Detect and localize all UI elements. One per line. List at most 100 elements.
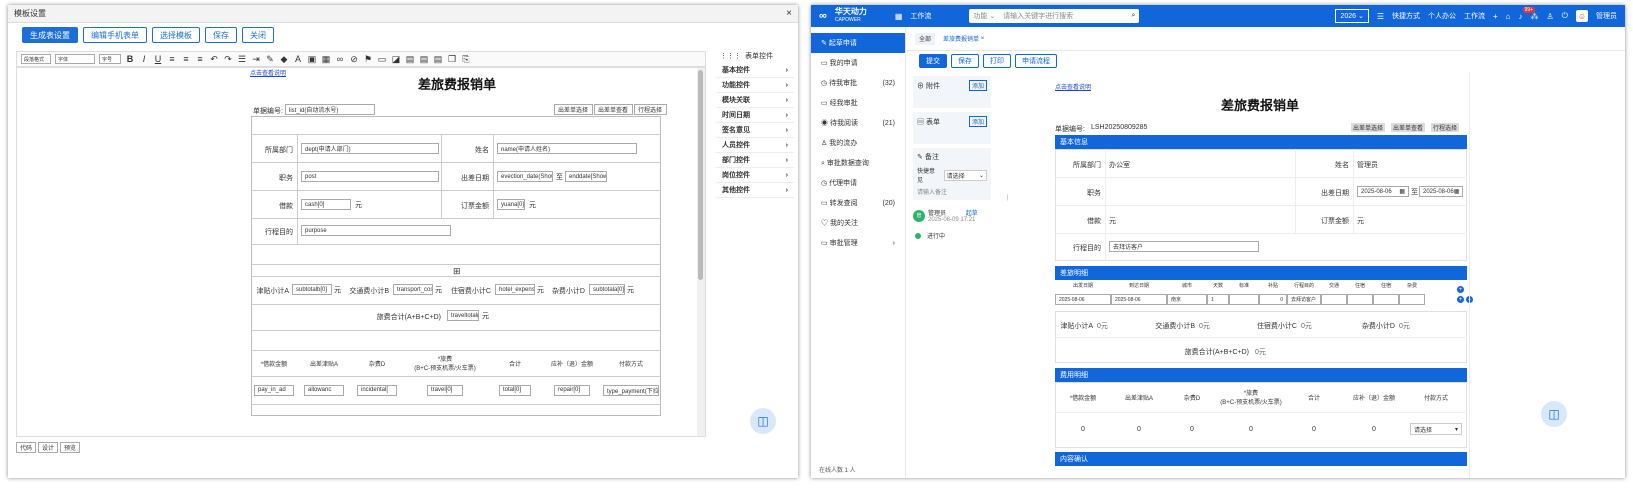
detail-cell[interactable] — [1373, 294, 1399, 305]
sidebar-item-pending-approval[interactable]: ◷ 待我审批 (32) — [811, 73, 905, 93]
submit-button[interactable]: 提交 — [919, 54, 947, 68]
detail-cell[interactable]: 1 — [1207, 294, 1229, 305]
form-editor-canvas[interactable]: 点击查看说明 差旅费报销单 单据编号: list_id(自动流水号) 出差单选择… — [16, 67, 706, 437]
sidebar-item-my-requests[interactable]: ▭ 我的申请 — [811, 53, 905, 73]
panel-item[interactable]: 岗位控件 › — [716, 168, 794, 183]
subtotal-b-field[interactable]: transport_cost — [393, 284, 433, 295]
panel-item[interactable]: 签名意见 › — [716, 123, 794, 138]
sidebar-item-proxy[interactable]: ◷ 代理申请 — [811, 173, 905, 193]
trip-start-input[interactable]: 2025-08-06 ▦ — [1357, 186, 1409, 197]
subtotal-c-field[interactable]: hotel_expense — [495, 284, 535, 295]
table-add-button[interactable]: 添加 — [968, 116, 987, 127]
close-button[interactable]: 关闭 — [242, 27, 274, 43]
search-icon[interactable]: ⌕ — [1131, 12, 1135, 20]
grid-cell[interactable]: total[0] — [499, 384, 531, 396]
unlink-icon[interactable]: ⊘ — [349, 54, 359, 65]
grid-cell[interactable]: allowanc — [304, 384, 344, 396]
trip-view-button[interactable]: 出差单查看 — [594, 104, 633, 115]
trip-start-field[interactable]: evection_date(Show[ — [497, 171, 553, 182]
trip-end-field[interactable]: enddate[Show — [565, 171, 607, 182]
power-icon[interactable]: ⏻ — [1562, 11, 1568, 21]
attach-add-button[interactable]: 添加 — [968, 80, 987, 91]
table-insert-icon[interactable]: ⊞ — [453, 266, 461, 277]
subtotal-a-field[interactable]: subtotalb[0] — [292, 284, 332, 295]
grid-cell[interactable]: incidental[ — [357, 384, 397, 396]
dept-field[interactable]: dept(申请人部门) — [301, 143, 439, 154]
add-row-icon[interactable]: + — [1457, 296, 1464, 303]
cash-field[interactable]: cash[0] — [301, 199, 351, 210]
sidebar-item-query[interactable]: ⌕ 审批数据查询 — [811, 153, 905, 173]
detail-cell[interactable]: 2025-08-06 — [1111, 294, 1167, 305]
detail-cell[interactable]: 2025-08-06 — [1055, 294, 1111, 305]
redo-icon[interactable]: ↷ — [223, 54, 233, 65]
flow-button[interactable]: 申请流程 — [1015, 54, 1057, 68]
itinerary-button[interactable]: 行程选择 — [1431, 123, 1460, 132]
trip-select-button[interactable]: 出差单选择 — [554, 104, 593, 115]
panel-item[interactable]: 模块关联 › — [716, 93, 794, 108]
office-link[interactable]: 个人办公 — [1428, 11, 1456, 21]
detail-cell[interactable] — [1321, 294, 1347, 305]
format-brush-icon[interactable]: ✎ — [265, 54, 275, 65]
edit-mobile-form-button[interactable]: 编辑手机表单 — [83, 27, 147, 43]
align-right-icon[interactable]: ≡ — [195, 54, 205, 64]
apps2-icon[interactable]: ⁂ — [1531, 12, 1539, 21]
list-icon[interactable]: ☰ — [237, 54, 247, 65]
layout2-icon[interactable]: ▤ — [419, 54, 429, 65]
sidebar-item-approved[interactable]: ▭ 经我审批 — [811, 93, 905, 113]
fontsize-select[interactable]: 字号 — [99, 54, 121, 64]
save-button[interactable]: 保存 — [205, 27, 237, 43]
detail-cell[interactable]: 去拜访客户 — [1287, 294, 1321, 305]
trip-end-input[interactable]: 2025-08-06 ▦ — [1419, 186, 1463, 197]
tag-icon[interactable]: ◪ — [391, 54, 401, 65]
close-icon[interactable]: × — [981, 36, 985, 42]
plus-icon[interactable]: + — [1493, 12, 1498, 21]
trip-select-button[interactable]: 出差单选择 — [1351, 123, 1386, 132]
image-icon[interactable]: ▣ — [307, 54, 317, 65]
purpose-input[interactable]: 去拜访客户 — [1109, 241, 1259, 252]
code-tab[interactable]: 代码 — [16, 442, 37, 453]
search-scope[interactable]: 功能 — [973, 13, 987, 20]
sidebar-item-forward[interactable]: ▭ 转发查阅 (20) — [811, 193, 905, 213]
bell-icon[interactable]: ♪ 99+ — [1519, 6, 1535, 21]
sidebar-item-my-tasks[interactable]: ♙ 我的流办 — [811, 133, 905, 153]
anchor-icon[interactable]: ⚑ — [363, 54, 373, 65]
preview-icon[interactable]: ▭ — [377, 54, 387, 65]
docno-field[interactable]: list_id(自动流水号) — [285, 104, 375, 115]
detail-cell[interactable] — [1347, 294, 1373, 305]
italic-icon[interactable]: I — [139, 54, 149, 64]
apps-icon[interactable]: ▦ — [895, 12, 903, 21]
total-field[interactable]: traveltotal( — [447, 310, 479, 321]
indent-icon[interactable]: ⇥ — [251, 54, 261, 65]
layout3-icon[interactable]: ▤ — [433, 54, 443, 65]
help-link[interactable]: 点击查看说明 — [250, 68, 286, 77]
layout1-icon[interactable]: ▤ — [405, 54, 415, 65]
design-tab[interactable]: 设计 — [38, 442, 59, 453]
panel-item[interactable]: 人员控件 › — [716, 138, 794, 153]
panel-item[interactable]: 时间日期 › — [716, 108, 794, 123]
ticket-field[interactable]: yuana[0] — [497, 199, 525, 210]
panel-item[interactable]: 基本控件 › — [716, 63, 794, 78]
generate-settings-button[interactable]: 生成表设置 — [22, 27, 78, 43]
font-color-icon[interactable]: A — [293, 54, 303, 64]
sidebar-item-follow[interactable]: ♡ 我的关注 — [811, 213, 905, 233]
collapse-handle[interactable]: | — [1007, 195, 1009, 201]
trip-view-button[interactable]: 出差单查看 — [1391, 123, 1426, 132]
save-button[interactable]: 保存 — [951, 54, 979, 68]
workflow-link[interactable]: 工作流 — [1464, 11, 1485, 21]
detail-cell[interactable]: 南京 — [1167, 294, 1207, 305]
link-icon[interactable]: ∞ — [335, 54, 345, 64]
home-icon[interactable]: ⌂ — [1506, 12, 1511, 21]
detail-cell[interactable] — [1229, 294, 1259, 305]
shirt-icon[interactable]: ♙ — [1547, 12, 1554, 21]
detail-cell[interactable] — [1399, 294, 1425, 305]
detail-cell[interactable]: 0 — [1259, 294, 1287, 305]
post-field[interactable]: post — [301, 171, 439, 182]
payment-select[interactable]: 请选择 ▾ — [1410, 423, 1462, 435]
menu-icon[interactable]: ☰ — [1377, 12, 1384, 21]
chat-icon[interactable]: ◫ — [750, 408, 776, 434]
fill-color-icon[interactable]: ◆ — [279, 54, 289, 65]
grid-cell[interactable]: repair[0] — [554, 384, 590, 396]
nav-title[interactable]: 工作流 — [910, 11, 931, 21]
copy-icon[interactable]: ❐ — [447, 54, 457, 65]
chat-icon[interactable]: ◫ — [1541, 401, 1567, 427]
